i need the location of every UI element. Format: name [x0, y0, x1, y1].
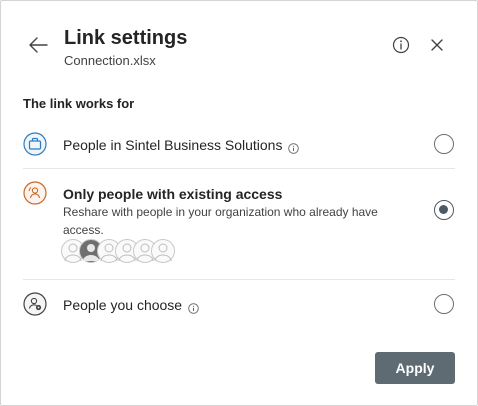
briefcase-icon	[23, 132, 47, 156]
option-label-text: People you choose	[63, 297, 183, 313]
divider	[23, 168, 455, 169]
file-name: Connection.xlsx	[64, 53, 156, 68]
divider	[23, 279, 455, 280]
option-organization[interactable]: People in Sintel Business Solutions	[1, 127, 477, 163]
option-label: Only people with existing access	[63, 186, 283, 202]
info-icon[interactable]	[188, 301, 199, 314]
dialog-title: Link settings	[64, 27, 188, 49]
option-description: Reshare with people in your organization…	[63, 205, 378, 237]
radio-button[interactable]	[434, 134, 454, 154]
option-label: People you choose	[63, 297, 199, 314]
avatar	[151, 239, 175, 263]
section-heading: The link works for	[23, 96, 135, 111]
radio-button[interactable]	[434, 294, 454, 314]
close-icon[interactable]	[429, 37, 445, 53]
info-icon[interactable]	[288, 141, 300, 154]
option-label-text: People in Sintel Business Solutions	[63, 137, 283, 153]
person-settings-icon	[23, 292, 47, 316]
radio-button-selected[interactable]	[434, 200, 454, 220]
link-settings-dialog: Link settings Connection.xlsx The link w…	[0, 0, 478, 406]
back-arrow-icon[interactable]	[27, 34, 49, 56]
apply-button[interactable]: Apply	[375, 352, 455, 384]
refresh-person-icon	[23, 181, 47, 205]
avatar-group	[61, 239, 191, 265]
option-specific-people[interactable]: People you choose	[1, 287, 477, 323]
option-label: People in Sintel Business Solutions	[63, 137, 300, 154]
info-icon[interactable]	[391, 35, 411, 55]
